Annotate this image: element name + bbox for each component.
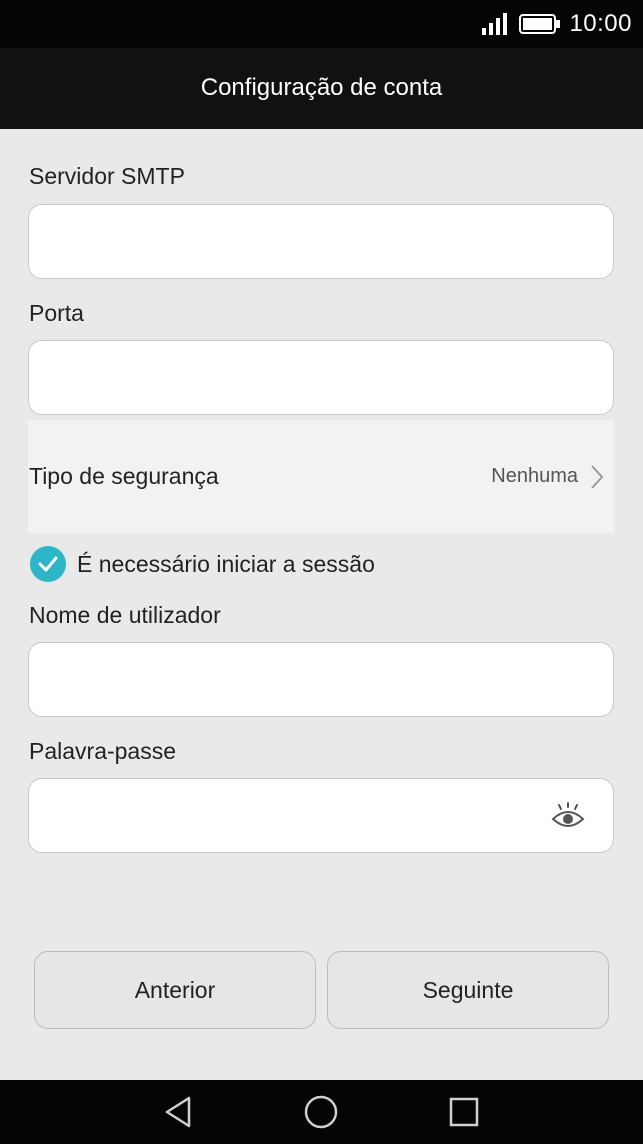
page-title: Configuração de conta [200,73,443,101]
security-type-row[interactable]: Tipo de segurança Nenhuma [28,420,614,533]
eye-icon[interactable] [551,801,585,831]
port-input[interactable] [29,341,613,414]
username-label: Nome de utilizador [29,602,221,628]
security-type-label: Tipo de segurança [29,463,219,489]
app-header: Configuração de conta [0,48,643,129]
username-field[interactable] [28,642,614,717]
back-icon[interactable] [161,1094,197,1130]
login-required-label: É necessário iniciar a sessão [77,550,375,577]
chevron-right-icon [591,464,604,489]
security-type-value: Nenhuma [491,465,578,487]
smtp-server-field[interactable] [28,204,614,279]
previous-button[interactable]: Anterior [34,951,316,1029]
smtp-server-input[interactable] [29,205,613,278]
recents-icon[interactable] [446,1094,482,1130]
login-required-checkbox[interactable] [30,546,66,582]
check-icon [38,556,58,572]
password-field[interactable] [28,778,614,853]
port-field[interactable] [28,340,614,415]
port-label: Porta [29,300,84,326]
password-label: Palavra-passe [29,738,177,764]
security-type-value-group: Nenhuma [491,464,604,490]
login-required-row[interactable]: É necessário iniciar a sessão [30,546,375,582]
next-button[interactable]: Seguinte [327,951,609,1029]
navigation-bar [0,1080,643,1144]
signal-icon [482,13,508,35]
status-bar: 10:00 [0,0,643,48]
screen: 10:00 Configuração de conta Servidor SMT… [0,0,643,1144]
smtp-server-label: Servidor SMTP [29,163,185,189]
status-icons: 10:00 [482,8,632,40]
password-input[interactable] [29,779,613,852]
battery-icon [519,14,561,34]
status-time: 10:00 [569,10,632,37]
home-icon[interactable] [303,1094,339,1130]
username-input[interactable] [29,643,613,716]
